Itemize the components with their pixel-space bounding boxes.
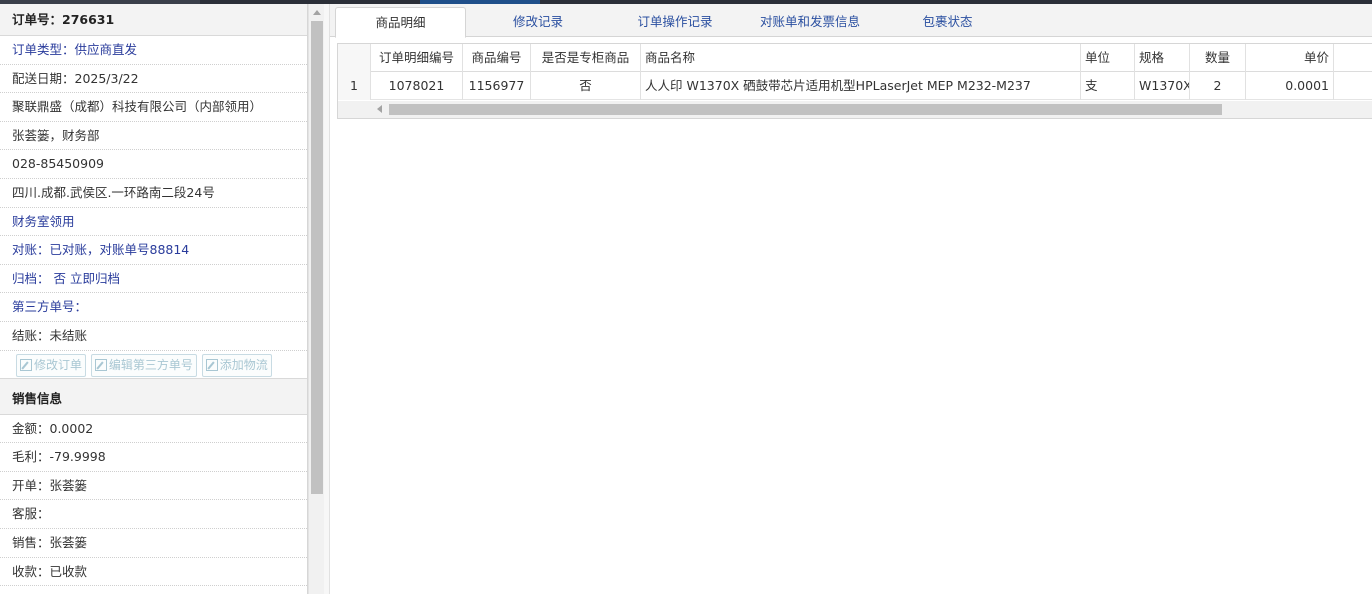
cell-unit: 支 <box>1081 72 1135 100</box>
cell-product-no-link[interactable]: 1156977 <box>463 72 531 100</box>
add-logistics-label: 添加物流 <box>219 357 268 372</box>
tab-modification-log[interactable]: 修改记录 <box>480 7 596 37</box>
edit-third-party-label: 编辑第三方单号 <box>108 357 193 372</box>
column-header-is-counter[interactable]: 是否是专柜商品 <box>531 44 641 72</box>
delivery-date: 配送日期：2025/3/22 <box>0 65 307 94</box>
row-number: 1 <box>338 72 371 100</box>
company-name: 聚联鼎盛（成都）科技有限公司（内部领用） <box>0 93 307 122</box>
settlement-status: 结账：未结账 <box>0 322 307 351</box>
column-header-qty[interactable]: 数量 <box>1190 44 1246 72</box>
payment-status: 收款：已收款 <box>0 558 307 587</box>
tab-order-operation-log[interactable]: 订单操作记录 <box>610 7 740 37</box>
column-header-unit[interactable]: 单位 <box>1081 44 1135 72</box>
cell-qty: 2 <box>1190 72 1246 100</box>
left-panel-scrollbar[interactable] <box>308 4 324 594</box>
edit-icon <box>205 358 218 371</box>
column-header-price[interactable]: 单价 <box>1246 44 1334 72</box>
table-row[interactable]: 1 1078021 1156977 否 人人印 W1370X 硒鼓带芯片适用机型… <box>338 72 1372 100</box>
cell-product-name-link[interactable]: 人人印 W1370X 硒鼓带芯片适用机型HPLaserJet MEP M232-… <box>641 72 1081 100</box>
sales-info-header: 销售信息 <box>0 382 307 415</box>
tab-statement-invoice[interactable]: 对账单和发票信息 <box>745 7 875 37</box>
edit-icon <box>20 358 32 371</box>
gross-profit: 毛利：-79.9998 <box>0 443 307 472</box>
tab-package-status[interactable]: 包裹状态 <box>895 7 1000 37</box>
edit-order-label: 修改订单 <box>34 357 83 372</box>
detail-panel: 商品明细 修改记录 订单操作记录 对账单和发票信息 包裹状态 订单明细编号 商品… <box>330 4 1372 594</box>
product-detail-grid: 订单明细编号 商品编号 是否是专柜商品 商品名称 单位 规格 数量 单价 1 1… <box>337 43 1372 119</box>
tab-product-details[interactable]: 商品明细 <box>335 7 466 38</box>
order-type[interactable]: 订单类型：供应商直发 <box>0 36 307 65</box>
third-party-number-link[interactable]: 第三方单号： <box>0 293 307 322</box>
column-header-rownum <box>338 44 371 72</box>
customer-service: 客服： <box>0 500 307 529</box>
column-header-spec[interactable]: 规格 <box>1135 44 1190 72</box>
order-number-header: 订单号：276631 <box>0 4 307 36</box>
edit-icon <box>94 358 107 371</box>
cell-is-counter: 否 <box>531 72 641 100</box>
edit-third-party-number-button[interactable]: 编辑第三方单号 <box>90 353 197 377</box>
reconciliation-link[interactable]: 对账：已对账，对账单号88814 <box>0 236 307 265</box>
order-action-buttons: 修改订单 编辑第三方单号 添加物流 <box>0 351 307 379</box>
sales-amount: 金额：0.0002 <box>0 415 307 444</box>
column-header-product-no[interactable]: 商品编号 <box>463 44 531 72</box>
horizontal-scrollbar-thumb[interactable] <box>389 104 1222 115</box>
issuer: 开单：张荟篓 <box>0 472 307 501</box>
scrollbar-thumb[interactable] <box>311 21 323 494</box>
scroll-up-arrow-icon[interactable] <box>313 10 321 15</box>
column-header-detail-no[interactable]: 订单明细编号 <box>371 44 463 72</box>
phone-number: 028-85450909 <box>0 150 307 179</box>
cell-spec: W1370X <box>1135 72 1190 100</box>
scroll-left-arrow-icon[interactable] <box>377 105 382 113</box>
remark-link[interactable]: 财务室领用 <box>0 208 307 237</box>
add-logistics-button[interactable]: 添加物流 <box>201 353 272 377</box>
edit-order-button[interactable]: 修改订单 <box>16 353 87 377</box>
grid-header-row: 订单明细编号 商品编号 是否是专柜商品 商品名称 单位 规格 数量 单价 <box>338 44 1372 72</box>
contact-person: 张荟篓，财务部 <box>0 122 307 151</box>
order-info-panel: 订单号：276631 订单类型：供应商直发 配送日期：2025/3/22 聚联鼎… <box>0 4 308 594</box>
salesperson: 销售：张荟篓 <box>0 529 307 558</box>
archive-link[interactable]: 归档： 否 立即归档 <box>0 265 307 294</box>
grid-horizontal-scrollbar[interactable] <box>338 101 1372 118</box>
cell-price: 0.0001 <box>1246 72 1334 100</box>
cell-detail-no: 1078021 <box>371 72 463 100</box>
address: 四川.成都.武侯区.一环路南二段24号 <box>0 179 307 208</box>
tab-bar: 商品明细 修改记录 订单操作记录 对账单和发票信息 包裹状态 <box>330 4 1372 38</box>
column-header-product-name[interactable]: 商品名称 <box>641 44 1081 72</box>
